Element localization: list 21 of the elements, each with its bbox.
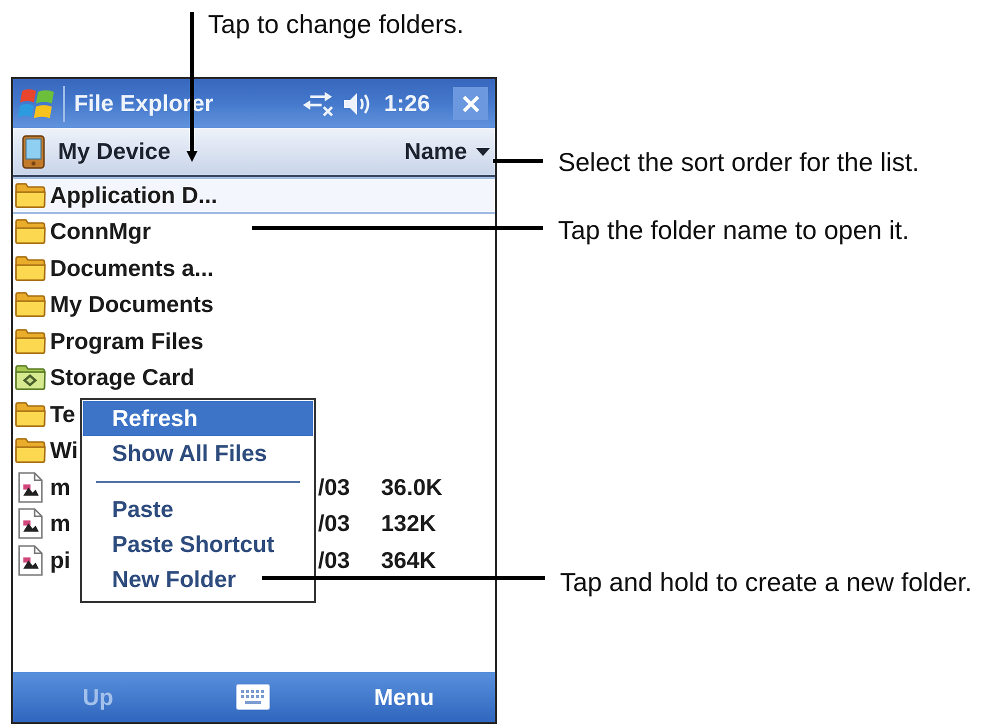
item-name: ConnMgr (50, 220, 151, 244)
item-name: Program Files (50, 330, 204, 353)
item-name: Storage Card (50, 366, 194, 390)
item-name: Te (50, 402, 76, 426)
callout-text: Tap the folder name to open it. (558, 217, 910, 243)
item-name: m (50, 476, 70, 499)
item-name: My Documents (50, 293, 214, 316)
file-size: 36.0K (381, 476, 442, 499)
file-date: /03 (318, 512, 351, 536)
callout-text: Tap to change folders. (208, 11, 464, 37)
callout-text: Select the sort order for the list. (558, 149, 920, 175)
file-date: /03 (318, 476, 351, 499)
item-name: m (50, 512, 70, 536)
file-size: 132K (381, 512, 436, 536)
item-name: pi (50, 548, 70, 572)
callout-text: Tap and hold to create a new folder. (560, 569, 972, 595)
file-size: 364K (381, 548, 436, 572)
item-name: Application D... (50, 184, 218, 207)
item-name: Documents a... (50, 256, 214, 280)
item-name: Wi (50, 439, 78, 462)
file-date: /03 (318, 548, 351, 572)
